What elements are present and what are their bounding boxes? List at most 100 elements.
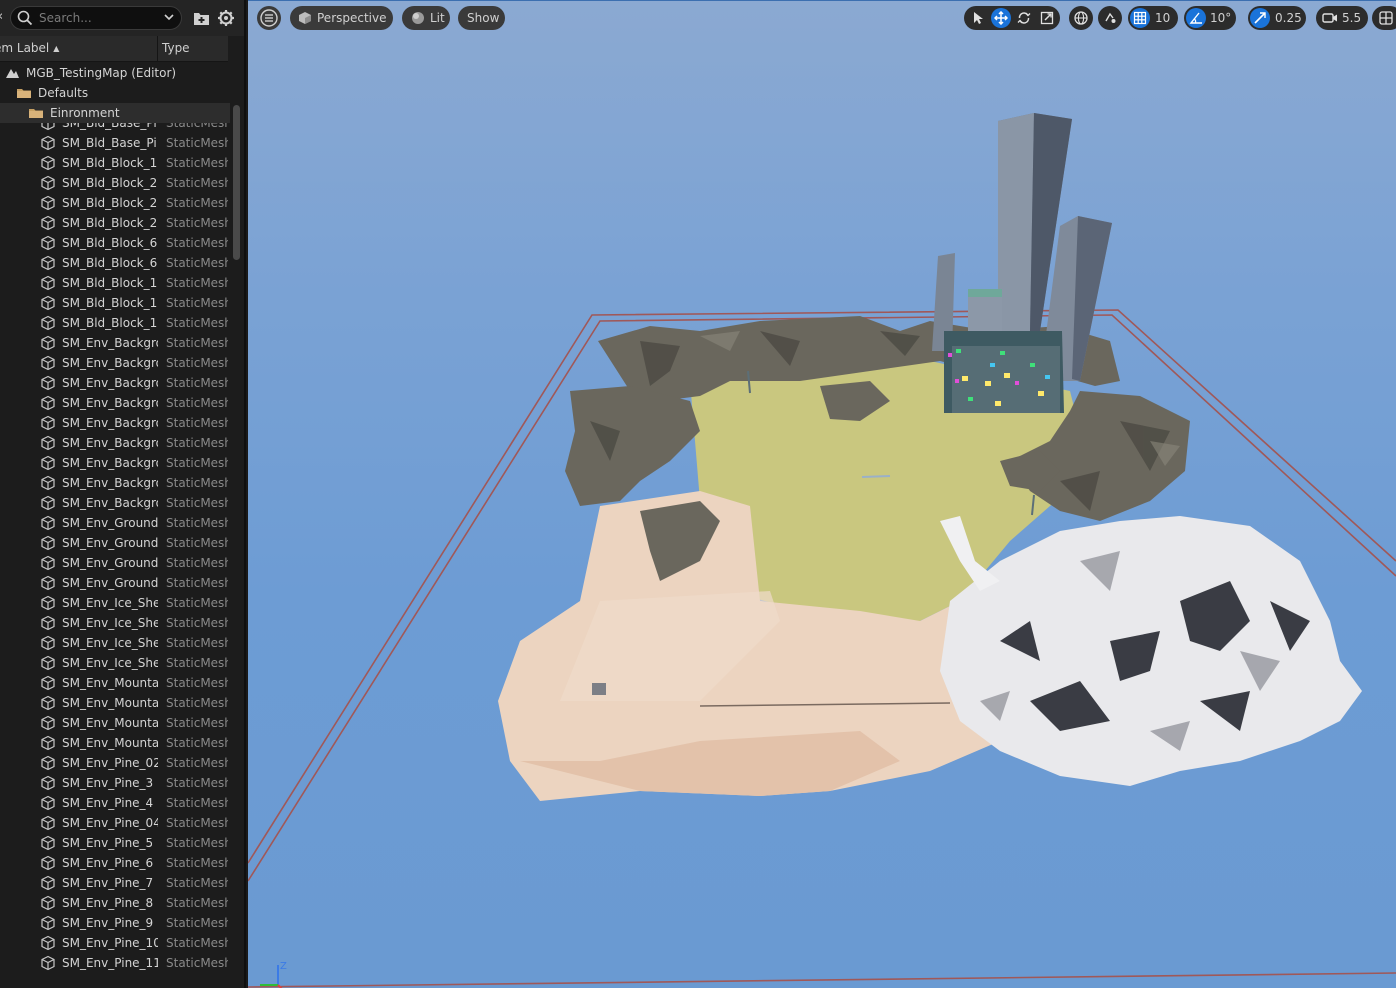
outliner-actor-row[interactable]: SM_Env_Pine_04 StaticMesh — [0, 813, 230, 833]
outliner-actor-row[interactable]: SM_Env_Ice_She StaticMesh — [0, 593, 230, 613]
outliner-actor-row[interactable]: SM_Env_Pine_10 StaticMesh — [0, 933, 230, 953]
static-mesh-icon — [40, 495, 56, 511]
outliner-item-label: SM_Env_Mounta — [62, 716, 158, 730]
search-input[interactable] — [39, 9, 167, 27]
outliner-folder-row[interactable]: Defaults — [0, 83, 230, 103]
viewport-layout-button[interactable] — [1372, 6, 1396, 30]
select-tool-button[interactable] — [968, 8, 988, 28]
outliner-actor-row[interactable]: SM_Env_Pine_7 StaticMesh — [0, 873, 230, 893]
level-viewport[interactable]: Perspective Lit Show 10 10° 0.25 5.5 Z — [248, 0, 1396, 988]
lighting-mode-button[interactable]: Lit — [402, 6, 450, 30]
outliner-actor-row[interactable]: SM_Env_Pine_4 StaticMesh — [0, 793, 230, 813]
static-mesh-icon — [40, 435, 56, 451]
outliner-actor-row[interactable]: SM_Bld_Block_1 StaticMesh — [0, 293, 230, 313]
scale-snap-toggle[interactable] — [1250, 8, 1270, 28]
outliner-actor-row[interactable]: SM_Bld_Block_2 StaticMesh — [0, 193, 230, 213]
surface-snapping-toggle[interactable] — [1098, 6, 1122, 30]
outliner-folder-row[interactable]: Einronment — [0, 103, 230, 123]
chevron-down-icon[interactable] — [163, 11, 175, 23]
outliner-actor-row[interactable]: SM_Bld_Block_1 StaticMesh — [0, 313, 230, 333]
outliner-actor-row[interactable]: SM_Env_Backgro StaticMesh — [0, 473, 230, 493]
grid-snap-toggle[interactable] — [1130, 8, 1150, 28]
outliner-item-label: SM_Env_Pine_5 — [62, 836, 154, 850]
scale-snap-value[interactable]: 0.25 — [1275, 10, 1302, 26]
view-mode-button[interactable]: Perspective — [290, 6, 393, 30]
outliner-actor-row[interactable]: SM_Env_Backgro StaticMesh — [0, 373, 230, 393]
outliner-item-label: SM_Bld_Block_2 — [62, 196, 158, 210]
outliner-actor-row[interactable]: SM_Env_Ground_ StaticMesh — [0, 573, 230, 593]
outliner-actor-row[interactable]: SM_Env_Ground_ StaticMesh — [0, 513, 230, 533]
scale-snap-icon — [1254, 12, 1266, 24]
outliner-actor-row[interactable]: SM_Env_Pine_8 StaticMesh — [0, 893, 230, 913]
hamburger-menu-icon — [260, 9, 278, 27]
column-item-label[interactable]: em Label▲ — [0, 41, 59, 55]
translate-tool-button[interactable] — [991, 8, 1011, 28]
outliner-actor-row[interactable]: SM_Bld_Block_6 StaticMesh — [0, 253, 230, 273]
unreal-editor: ‹ em Label▲ Type MGB_TestingMap (Editor)… — [0, 0, 1396, 988]
outliner-actor-row[interactable]: SM_Bld_Block_2 StaticMesh — [0, 213, 230, 233]
rotation-snap-value[interactable]: 10° — [1210, 10, 1231, 26]
outliner-actor-row[interactable]: SM_Bld_Block_1 StaticMesh — [0, 153, 230, 173]
outliner-actor-row[interactable]: SM_Env_Ice_She StaticMesh — [0, 613, 230, 633]
grid-snap-value[interactable]: 10 — [1155, 10, 1170, 26]
outliner-actor-row[interactable]: SM_Env_Ground_ StaticMesh — [0, 533, 230, 553]
outliner-level-row[interactable]: MGB_TestingMap (Editor) — [0, 63, 230, 83]
show-flags-button[interactable]: Show — [458, 6, 505, 30]
outliner-actor-row[interactable]: SM_Env_Backgro StaticMesh — [0, 453, 230, 473]
outliner-actor-row[interactable]: SM_Env_Backgro StaticMesh — [0, 333, 230, 353]
world-local-toggle[interactable] — [1069, 6, 1093, 30]
outliner-item-type: StaticMesh — [166, 696, 228, 710]
outliner-actor-row[interactable]: SM_Env_Mounta StaticMesh — [0, 673, 230, 693]
static-mesh-icon — [40, 175, 56, 191]
static-mesh-icon — [40, 455, 56, 471]
static-mesh-icon — [40, 535, 56, 551]
add-folder-icon[interactable] — [193, 10, 210, 26]
outliner-actor-row[interactable]: SM_Env_Pine_11 StaticMesh — [0, 953, 230, 973]
rotation-snap-toggle[interactable] — [1186, 8, 1206, 28]
gear-icon[interactable] — [217, 9, 235, 27]
outliner-actor-row[interactable]: SM_Env_Backgro StaticMesh — [0, 393, 230, 413]
camera-speed-group[interactable]: 5.5 — [1316, 6, 1368, 30]
static-mesh-icon — [40, 775, 56, 791]
scene-render — [248, 113, 1396, 988]
outliner-actor-row[interactable]: SM_Env_Mounta StaticMesh — [0, 693, 230, 713]
outliner-actor-row[interactable]: SM_Env_Mounta StaticMesh — [0, 733, 230, 753]
rotate-tool-button[interactable] — [1014, 8, 1034, 28]
column-divider[interactable] — [157, 36, 158, 62]
outliner-actor-row[interactable]: SM_Env_Ice_She StaticMesh — [0, 653, 230, 673]
viewport-menu-button[interactable] — [257, 6, 281, 30]
outliner-item-type: StaticMesh — [166, 736, 228, 750]
outliner-scrollbar-thumb[interactable] — [233, 105, 240, 260]
outliner-item-label: SM_Env_Pine_11 — [62, 956, 158, 970]
outliner-item-type: StaticMesh — [166, 396, 228, 410]
outliner-actor-row[interactable]: SM_Env_Backgro StaticMesh — [0, 353, 230, 373]
outliner-actor-row[interactable]: SM_Env_Backgro StaticMesh — [0, 413, 230, 433]
static-mesh-icon — [40, 415, 56, 431]
outliner-actor-row[interactable]: SM_Env_Ice_She StaticMesh — [0, 633, 230, 653]
outliner-actor-row[interactable]: SM_Env_Pine_6 StaticMesh — [0, 853, 230, 873]
scale-tool-button[interactable] — [1037, 8, 1057, 28]
search-box[interactable] — [10, 6, 182, 30]
outliner-actor-row[interactable]: SM_Env_Backgro StaticMesh — [0, 493, 230, 513]
outliner-actor-row[interactable]: SM_Bld_Block_2 StaticMesh — [0, 173, 230, 193]
outliner-item-label: SM_Env_Backgro — [62, 396, 158, 410]
outliner-actor-row[interactable]: SM_Bld_Base_Pi StaticMesh — [0, 133, 230, 153]
outliner-actor-row[interactable]: SM_Env_Mounta StaticMesh — [0, 713, 230, 733]
outliner-item-label: SM_Env_Ground_ — [62, 556, 158, 570]
static-mesh-icon — [40, 155, 56, 171]
outliner-actor-row[interactable]: SM_Env_Pine_9 StaticMesh — [0, 913, 230, 933]
outliner-actor-row[interactable]: SM_Env_Pine_02 StaticMesh — [0, 753, 230, 773]
static-mesh-icon — [40, 835, 56, 851]
outliner-actor-row[interactable]: SM_Env_Pine_3 StaticMesh — [0, 773, 230, 793]
outliner-actor-row[interactable]: SM_Env_Pine_5 StaticMesh — [0, 833, 230, 853]
static-mesh-icon — [40, 615, 56, 631]
outliner-actor-row[interactable]: SM_Env_Backgro StaticMesh — [0, 433, 230, 453]
outliner-actor-row[interactable]: SM_Env_Ground_ StaticMesh — [0, 553, 230, 573]
axis-z-label: Z — [280, 961, 287, 972]
outliner-actor-row[interactable]: SM_Bld_Block_1 StaticMesh — [0, 273, 230, 293]
outliner-item-type: StaticMesh — [166, 476, 228, 490]
collapse-left-icon[interactable]: ‹ — [0, 9, 3, 24]
column-type[interactable]: Type — [162, 41, 190, 55]
outliner-actor-row[interactable]: SM_Bld_Block_6 StaticMesh — [0, 233, 230, 253]
move-arrows-icon — [994, 11, 1008, 25]
